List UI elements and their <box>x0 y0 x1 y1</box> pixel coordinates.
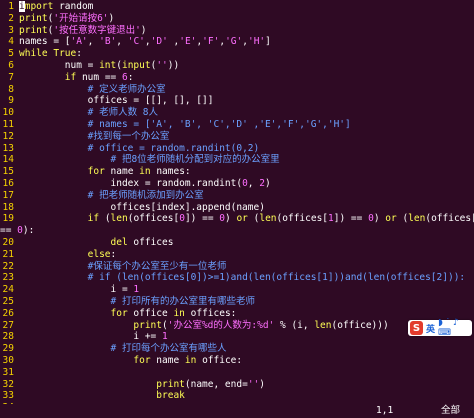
code-text[interactable]: for name in office: <box>19 355 242 367</box>
ime-toolbar[interactable]: S 英 ◗ ˙ ♪ ⌨ <box>408 318 472 338</box>
status-bar: 1,1 全部 <box>0 404 474 418</box>
line-number: 24 <box>2 284 14 296</box>
code-text[interactable]: del offices <box>19 237 174 249</box>
line-number: 2 <box>8 12 14 24</box>
line-number: 23 <box>2 272 14 284</box>
code-text[interactable]: # 打印每个办公室有哪些人 <box>19 343 227 355</box>
line-number: 14 <box>2 154 14 166</box>
line-number: 9 <box>8 95 14 107</box>
line-number: 27 <box>2 319 14 331</box>
line-number: 4 <box>8 36 14 48</box>
line-number: 26 <box>2 307 14 319</box>
line-number: 6 <box>8 60 14 71</box>
line-number: 29 <box>2 343 14 355</box>
code-text[interactable]: offices = [[], [], []] <box>19 95 214 107</box>
line-number: 16 <box>2 178 14 189</box>
line-number: 3 <box>8 24 14 36</box>
ime-language-toggle[interactable]: 英 <box>426 322 435 335</box>
line-number: 33 <box>2 390 14 402</box>
line-number: 22 <box>2 260 14 272</box>
code-text[interactable]: # 把8位老师随机分配到对应的办公室里 <box>19 154 280 166</box>
line-number: 20 <box>2 237 14 248</box>
code-text[interactable]: i += 1 <box>19 331 167 343</box>
line-number: 13 <box>2 142 14 154</box>
code-text[interactable]: print(name, end='') <box>19 379 265 391</box>
line-number: 18 <box>2 201 14 213</box>
code-text[interactable]: for office in offices: <box>19 308 237 320</box>
line-number: 11 <box>2 119 14 130</box>
line-number: 21 <box>2 248 14 260</box>
code-text[interactable]: num = int(input('')) <box>19 60 179 72</box>
code-text[interactable]: if (len(offices[0]) == 0) or (len(office… <box>19 213 474 225</box>
line-number: 19 <box>2 213 14 225</box>
scroll-indicator: 全部 <box>441 405 461 416</box>
code-text[interactable]: for name in names: <box>19 166 191 178</box>
code-text[interactable]: offices[index].append(name) <box>19 202 265 214</box>
code-text[interactable]: while True: <box>19 48 82 60</box>
code-text[interactable]: break <box>19 390 185 402</box>
line-number: 31 <box>2 366 14 378</box>
code-text[interactable]: i = 1 <box>19 284 140 296</box>
code-text[interactable]: # 把老师随机添加到办公室 <box>19 190 204 202</box>
code-text[interactable]: print('按任意数字键退出') <box>19 25 147 37</box>
line-number: 7 <box>8 71 14 83</box>
code-text[interactable]: # 打印所有的办公室里有哪些老师 <box>19 296 255 308</box>
line-number: 1 <box>8 1 14 12</box>
code-text[interactable]: == 0): <box>0 225 34 237</box>
line-number: 8 <box>8 83 14 95</box>
code-text[interactable]: names = ['A', 'B', 'C','D' ,'E','F','G',… <box>19 36 271 48</box>
line-number: 15 <box>2 166 14 178</box>
code-text[interactable]: # 老师人数 8人 <box>19 107 158 119</box>
line-number: 30 <box>2 355 14 366</box>
line-number: 28 <box>2 331 14 343</box>
line-number: 5 <box>8 48 14 60</box>
code-text[interactable]: print('开始请按6') <box>19 13 114 25</box>
line-number: 17 <box>2 189 14 201</box>
code-text[interactable]: else: <box>19 249 117 261</box>
code-text[interactable]: import random <box>19 1 93 13</box>
code-editor[interactable]: 1 import random 2 print('开始请按6') 3 print('按任意… <box>0 0 474 404</box>
line-number: 32 <box>2 378 14 390</box>
line-number: 12 <box>2 130 14 142</box>
ime-tool-icons[interactable]: ◗ ˙ ♪ ⌨ <box>438 318 472 338</box>
code-text[interactable]: # names = ['A', 'B', 'C','D' ,'E','F','G… <box>19 119 351 131</box>
cursor-position: 1,1 <box>376 405 394 416</box>
code-text[interactable]: index = random.randint(0, 2) <box>19 178 271 190</box>
code-text[interactable]: # if (len(offices[0])>=1)and(len(offices… <box>19 272 466 284</box>
line-number: 10 <box>2 107 14 119</box>
code-text[interactable]: #找到每一个办公室 <box>19 131 170 143</box>
code-text[interactable]: print('办公室%d的人数为:%d' % (i, len(office))) <box>19 320 388 332</box>
line-number: 25 <box>2 296 14 307</box>
code-text[interactable]: # office = random.randint(0,2) <box>19 143 260 155</box>
code-text[interactable]: # 定义老师办公室 <box>19 84 166 96</box>
code-text[interactable]: #保证每个办公室至少有一位老师 <box>19 261 227 273</box>
code-text[interactable]: if num == 6: <box>19 72 134 84</box>
sogou-logo-icon: S <box>410 321 424 335</box>
